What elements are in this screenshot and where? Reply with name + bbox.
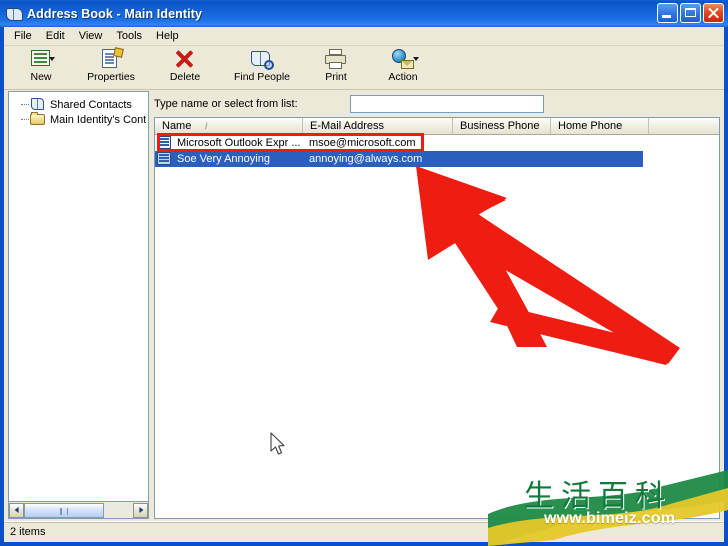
tree-item-main-identity-contacts[interactable]: Main Identity's Conta bbox=[11, 112, 146, 127]
find-people-icon bbox=[250, 48, 274, 70]
column-header-label: Name bbox=[162, 120, 192, 132]
tree-item-shared-contacts[interactable]: Shared Contacts bbox=[11, 97, 146, 112]
column-header-filler bbox=[649, 118, 719, 134]
address-book-window: Address Book - Main Identity File Edit V… bbox=[0, 0, 728, 546]
action-button[interactable]: Action bbox=[368, 46, 438, 83]
folder-pane-horizontal-scrollbar[interactable] bbox=[8, 502, 149, 519]
print-button-label: Print bbox=[325, 71, 347, 83]
menu-item-help[interactable]: Help bbox=[149, 28, 186, 45]
column-header-email[interactable]: E-Mail Address bbox=[303, 118, 453, 134]
action-button-label: Action bbox=[388, 71, 418, 83]
maximize-button[interactable] bbox=[680, 3, 701, 23]
client-area: Shared Contacts Main Identity's Conta Ty… bbox=[4, 90, 724, 521]
window-title: Address Book - Main Identity bbox=[27, 6, 203, 21]
cell-name: Microsoft Outlook Expr ... bbox=[177, 137, 301, 149]
properties-button-label: Properties bbox=[87, 71, 135, 83]
menu-item-tools[interactable]: Tools bbox=[109, 28, 149, 45]
column-header-home-phone[interactable]: Home Phone bbox=[551, 118, 649, 134]
column-header-business-phone[interactable]: Business Phone bbox=[453, 118, 551, 134]
print-button[interactable]: Print bbox=[304, 46, 368, 83]
scroll-left-arrow[interactable] bbox=[9, 502, 24, 518]
properties-icon bbox=[99, 47, 124, 70]
find-people-button[interactable]: Find People bbox=[220, 46, 304, 83]
close-button[interactable] bbox=[703, 3, 724, 23]
table-row[interactable]: Soe Very Annoying annoying@always.com bbox=[155, 151, 643, 167]
printer-icon bbox=[324, 48, 348, 70]
new-button[interactable]: New bbox=[10, 46, 72, 83]
properties-button[interactable]: Properties bbox=[72, 46, 150, 83]
action-globe-icon bbox=[391, 48, 419, 70]
menu-item-edit[interactable]: Edit bbox=[39, 28, 72, 45]
minimize-button[interactable] bbox=[657, 3, 678, 23]
tree-item-label: Shared Contacts bbox=[50, 98, 132, 111]
new-button-label: New bbox=[30, 71, 52, 83]
scroll-right-arrow[interactable] bbox=[133, 502, 148, 518]
chevron-down-icon[interactable] bbox=[413, 57, 419, 61]
new-contact-icon bbox=[29, 48, 55, 70]
column-header-label: Business Phone bbox=[460, 120, 540, 132]
contacts-pane: Type name or select from list: Name / E-… bbox=[154, 91, 720, 519]
cell-name: Soe Very Annoying bbox=[177, 153, 270, 165]
contacts-folder-icon bbox=[30, 112, 46, 126]
column-headers: Name / E-Mail Address Business Phone Hom… bbox=[155, 118, 719, 135]
shared-contacts-book-icon bbox=[30, 98, 46, 111]
window-controls bbox=[657, 3, 724, 23]
address-book-icon bbox=[5, 6, 23, 22]
tree-item-label: Main Identity's Conta bbox=[50, 113, 146, 126]
search-label: Type name or select from list: bbox=[154, 98, 298, 110]
sort-indicator: / bbox=[205, 121, 208, 131]
search-input[interactable] bbox=[349, 95, 544, 113]
table-row[interactable]: Microsoft Outlook Expr ... msoe@microsof… bbox=[155, 135, 719, 151]
delete-button-label: Delete bbox=[169, 71, 201, 83]
menu-bar: File Edit View Tools Help bbox=[4, 27, 724, 46]
cell-email: annoying@always.com bbox=[309, 153, 423, 165]
column-header-name[interactable]: Name / bbox=[155, 118, 303, 134]
scrollbar-thumb[interactable] bbox=[24, 502, 104, 518]
folder-tree[interactable]: Shared Contacts Main Identity's Conta bbox=[8, 91, 149, 502]
panes: Shared Contacts Main Identity's Conta Ty… bbox=[8, 91, 720, 519]
contacts-list[interactable]: Name / E-Mail Address Business Phone Hom… bbox=[154, 117, 720, 519]
find-people-button-label: Find People bbox=[233, 71, 291, 83]
menu-item-file[interactable]: File bbox=[7, 28, 39, 45]
delete-x-icon bbox=[173, 48, 197, 70]
scrollbar-track[interactable] bbox=[104, 502, 133, 518]
chevron-down-icon[interactable] bbox=[49, 57, 55, 61]
menu-item-view[interactable]: View bbox=[72, 28, 110, 45]
delete-button[interactable]: Delete bbox=[150, 46, 220, 83]
column-header-label: E-Mail Address bbox=[310, 120, 384, 132]
column-header-label: Home Phone bbox=[558, 120, 623, 132]
tree-connector bbox=[21, 103, 29, 106]
tree-connector bbox=[21, 118, 29, 121]
toolbar: New Properties Delete Find People Print bbox=[4, 46, 724, 90]
cell-email: msoe@microsoft.com bbox=[309, 137, 416, 149]
title-bar: Address Book - Main Identity bbox=[0, 0, 728, 27]
status-bar: 2 items bbox=[4, 521, 724, 542]
folder-pane: Shared Contacts Main Identity's Conta bbox=[8, 91, 149, 519]
status-item-count: 2 items bbox=[10, 526, 46, 538]
search-row: Type name or select from list: bbox=[154, 91, 720, 117]
contact-card-icon bbox=[157, 152, 173, 166]
contact-card-icon bbox=[157, 136, 173, 150]
